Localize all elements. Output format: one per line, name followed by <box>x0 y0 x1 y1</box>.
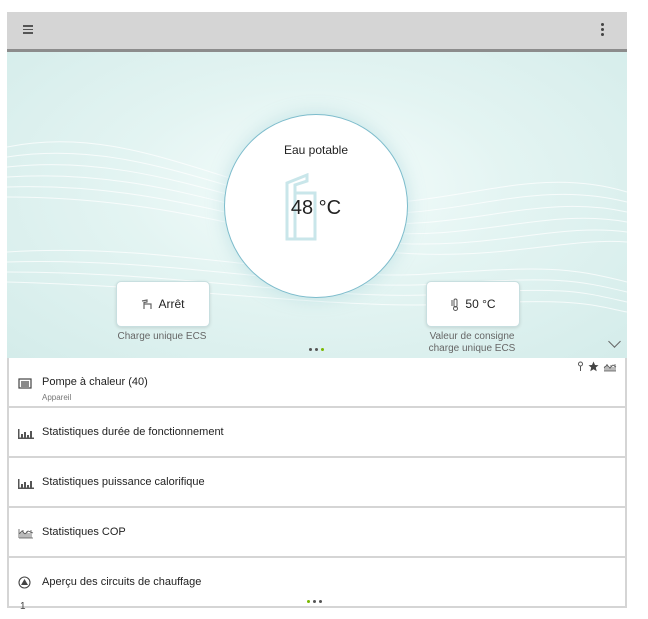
device-actions <box>577 361 617 372</box>
list-item-heat-output-stats[interactable]: Statistiques puissance calorifique <box>7 458 627 508</box>
list-item-label: Statistiques durée de fonctionnement <box>42 426 224 438</box>
list-item-label: Pompe à chaleur (40) <box>42 376 148 388</box>
list-item-cop-stats[interactable]: Statistiques COP <box>7 508 627 558</box>
bar-chart-icon <box>18 476 34 489</box>
thermometer-icon <box>450 298 460 311</box>
hamburger-menu-icon[interactable] <box>23 25 33 34</box>
page-dot[interactable] <box>309 348 312 351</box>
page-dot[interactable] <box>319 600 322 603</box>
setpoint-caption: Valeur de consigne charge unique ECS <box>407 331 537 355</box>
list-page-indicator <box>307 600 322 603</box>
heating-circuit-index: 1 <box>20 601 26 612</box>
page-dot-active[interactable] <box>321 348 324 351</box>
device-icon <box>18 376 34 389</box>
hero-page-indicator <box>309 348 324 351</box>
page-dot[interactable] <box>313 600 316 603</box>
one-time-charge-caption: Charge unique ECS <box>117 331 207 342</box>
pin-icon[interactable] <box>577 361 584 372</box>
cop-chart-icon[interactable] <box>603 362 617 372</box>
menu-list: Pompe à chaleur (40) Appareil Statistiqu… <box>7 358 627 612</box>
page-dot-active[interactable] <box>307 600 310 603</box>
faucet-icon <box>141 298 153 310</box>
dial-title: Eau potable <box>283 143 349 157</box>
page-dot[interactable] <box>315 348 318 351</box>
setpoint-button[interactable]: 50 °C <box>426 281 520 327</box>
list-item-label: Statistiques COP <box>42 526 126 538</box>
top-bar <box>7 12 627 52</box>
list-item-runtime-stats[interactable]: Statistiques durée de fonctionnement <box>7 408 627 458</box>
one-time-charge-label: Arrêt <box>158 297 185 311</box>
current-temperature: 48 °C <box>290 197 342 219</box>
more-vertical-icon[interactable] <box>601 23 605 37</box>
list-item-heating-circuits[interactable]: 1 Aperçu des circuits de chauffage <box>7 558 627 612</box>
cop-chart-icon <box>18 526 34 539</box>
app-window: Eau potable 48 °C Arrêt Charge unique EC… <box>7 12 627 614</box>
one-time-charge-button[interactable]: Arrêt <box>116 281 210 327</box>
heating-circuit-icon: 1 <box>18 576 42 612</box>
bar-chart-icon <box>18 426 34 439</box>
setpoint-label: 50 °C <box>465 297 496 311</box>
setpoint-caption-line2: charge unique ECS <box>428 343 516 354</box>
list-item-label: Aperçu des circuits de chauffage <box>42 576 202 588</box>
setpoint-caption-line1: Valeur de consigne <box>429 331 515 342</box>
hot-water-panel: Eau potable 48 °C Arrêt Charge unique EC… <box>7 52 627 358</box>
star-icon[interactable] <box>588 361 599 372</box>
water-temperature-dial: Eau potable 48 °C <box>224 114 408 298</box>
list-item-device[interactable]: Pompe à chaleur (40) Appareil <box>7 358 627 408</box>
list-item-label: Statistiques puissance calorifique <box>42 476 205 488</box>
list-item-sublabel: Appareil <box>42 393 72 402</box>
